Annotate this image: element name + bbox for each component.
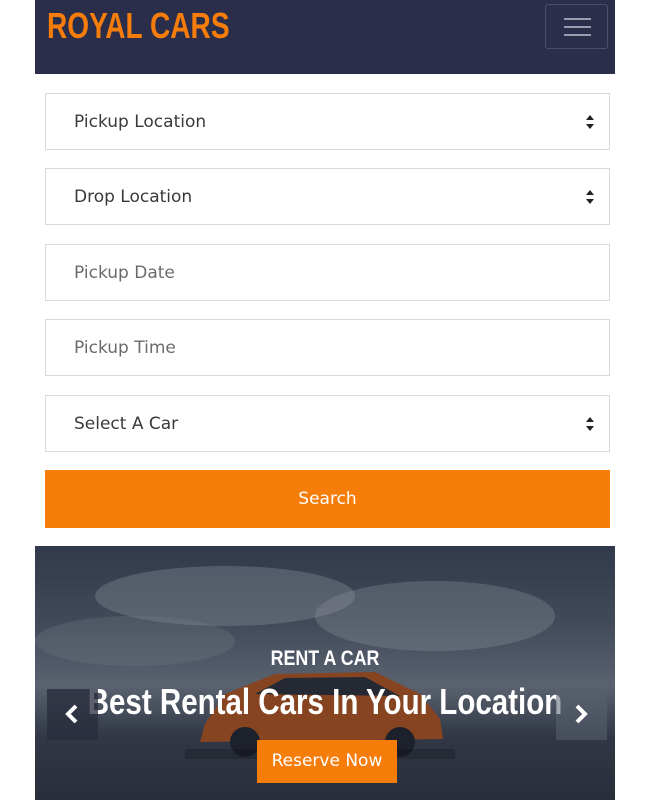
select-car-value: Select A Car — [74, 414, 179, 434]
chevron-right-icon — [575, 704, 588, 724]
select-arrows-icon — [586, 115, 594, 129]
drop-location-select[interactable]: Drop Location — [45, 168, 610, 225]
navbar: ROYAL CARS — [35, 0, 615, 74]
carousel-prev-button[interactable] — [47, 689, 98, 740]
pickup-location-select[interactable]: Pickup Location — [45, 93, 610, 150]
pickup-date-input[interactable]: Pickup Date — [45, 244, 610, 301]
carousel-headline: Best Rental Cars In Your Location — [87, 681, 563, 722]
select-car-select[interactable]: Select A Car — [45, 395, 610, 452]
reserve-now-button[interactable]: Reserve Now — [257, 740, 397, 783]
select-arrows-icon — [586, 417, 594, 431]
brand-logo[interactable]: ROYAL CARS — [47, 4, 230, 48]
drop-location-value: Drop Location — [74, 187, 193, 207]
select-arrows-icon — [586, 190, 594, 204]
carousel-kicker: RENT A CAR — [270, 647, 380, 670]
pickup-time-input[interactable]: Pickup Time — [45, 319, 610, 376]
menu-toggle-button[interactable] — [545, 4, 608, 49]
search-button[interactable]: Search — [45, 470, 610, 528]
carousel-next-button[interactable] — [556, 689, 607, 740]
pickup-location-value: Pickup Location — [74, 112, 207, 132]
hero-carousel: RENT A CAR Best Rental Cars In Your Loca… — [35, 546, 615, 800]
pickup-date-placeholder: Pickup Date — [74, 263, 175, 283]
pickup-time-placeholder: Pickup Time — [74, 338, 176, 358]
chevron-left-icon — [65, 704, 78, 724]
